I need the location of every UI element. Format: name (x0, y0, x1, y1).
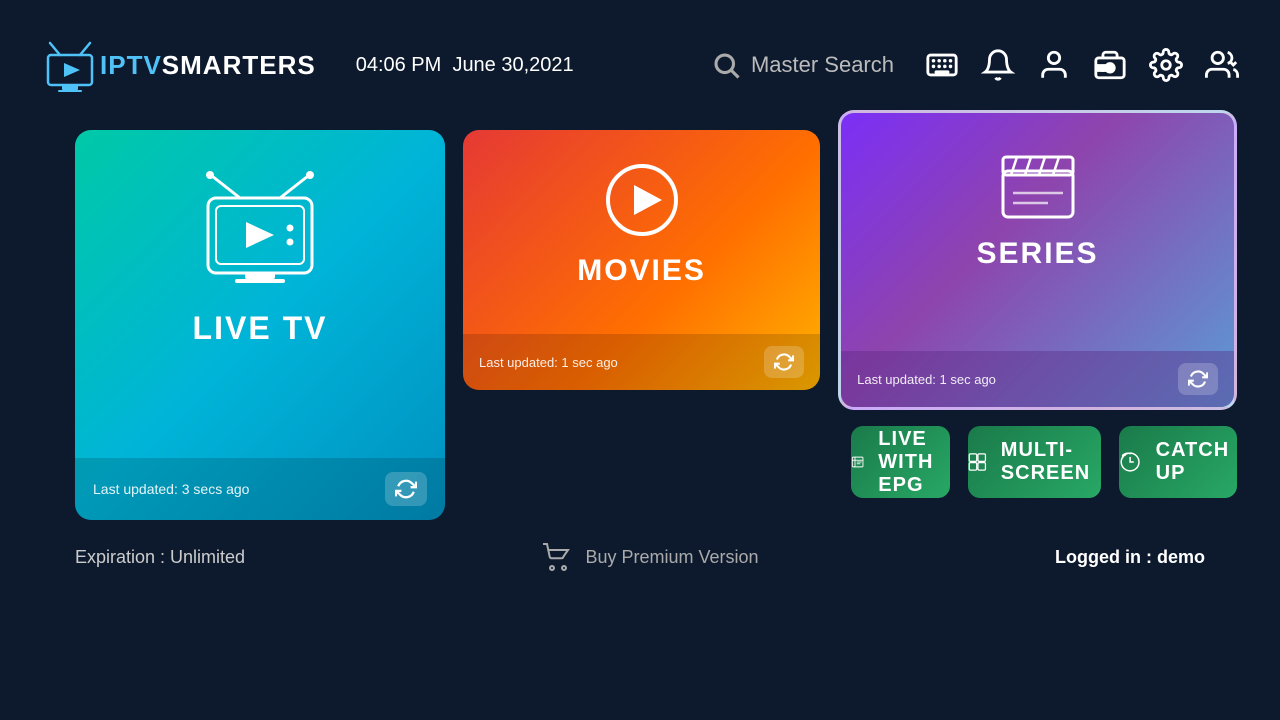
bottom-buttons: LIVE WITH EPG MULTI-SCREEN (851, 426, 1237, 498)
movies-updated: Last updated: 1 sec ago (479, 355, 618, 370)
series-updated: Last updated: 1 sec ago (857, 372, 996, 387)
datetime: 04:06 PM June 30,2021 (356, 54, 574, 77)
live-tv-icon (190, 170, 330, 290)
cards-row: LIVE TV Last updated: 3 secs ago (75, 130, 1205, 520)
bell-icon[interactable] (980, 47, 1016, 83)
buy-premium-button[interactable]: Buy Premium Version (542, 542, 759, 572)
epg-icon (851, 447, 864, 477)
settings-icon[interactable] (1148, 47, 1184, 83)
cart-icon (542, 542, 572, 572)
username: demo (1157, 547, 1205, 567)
expiration-text: Expiration : Unlimited (75, 547, 245, 568)
live-tv-refresh[interactable] (385, 472, 427, 506)
live-with-epg-button[interactable]: LIVE WITH EPG (851, 426, 950, 498)
series-card[interactable]: SERIES Last updated: 1 sec ago (838, 110, 1237, 410)
multiscreen-icon (968, 447, 987, 477)
keyboard-icon[interactable] (924, 47, 960, 83)
catchup-label: CATCH UP (1156, 439, 1237, 485)
series-title: SERIES (977, 237, 1099, 271)
footer: Expiration : Unlimited Buy Premium Versi… (0, 520, 1280, 572)
series-icon (993, 143, 1083, 223)
svg-text:REC: REC (1097, 65, 1112, 73)
top-cards: MOVIES Last updated: 1 sec ago (463, 130, 1237, 410)
master-search[interactable]: Master Search (711, 50, 894, 80)
movies-icon (602, 160, 682, 240)
search-label: Master Search (751, 52, 894, 78)
logged-in-text: Logged in : demo (1055, 547, 1205, 568)
live-tv-updated: Last updated: 3 secs ago (93, 481, 249, 497)
live-tv-card[interactable]: LIVE TV Last updated: 3 secs ago (75, 130, 445, 520)
record-icon[interactable]: REC (1092, 47, 1128, 83)
header-icons: REC (924, 47, 1240, 83)
movies-footer: Last updated: 1 sec ago (463, 334, 820, 390)
epg-label: LIVE WITH EPG (878, 428, 950, 497)
catch-up-button[interactable]: CATCH UP (1119, 426, 1237, 498)
logo-icon (40, 35, 100, 95)
users-switch-icon[interactable] (1204, 47, 1240, 83)
right-column: MOVIES Last updated: 1 sec ago (463, 130, 1237, 498)
profile-icon[interactable] (1036, 47, 1072, 83)
catchup-icon (1119, 447, 1141, 477)
logo-text: IPTVSMARTERS (100, 50, 316, 81)
multi-screen-button[interactable]: MULTI-SCREEN (968, 426, 1101, 498)
movies-card[interactable]: MOVIES Last updated: 1 sec ago (463, 130, 820, 390)
series-refresh[interactable] (1178, 363, 1218, 395)
main-content: LIVE TV Last updated: 3 secs ago (0, 130, 1280, 520)
buy-premium-label: Buy Premium Version (586, 547, 759, 568)
search-icon (711, 50, 741, 80)
series-footer: Last updated: 1 sec ago (841, 351, 1234, 407)
logged-in-label: Logged in : (1055, 547, 1157, 567)
live-tv-title: LIVE TV (193, 310, 328, 347)
multiscreen-label: MULTI-SCREEN (1001, 439, 1102, 485)
live-tv-footer: Last updated: 3 secs ago (75, 458, 445, 520)
logo: IPTVSMARTERS (40, 35, 316, 95)
movies-refresh[interactable] (764, 346, 804, 378)
movies-title: MOVIES (577, 254, 706, 288)
